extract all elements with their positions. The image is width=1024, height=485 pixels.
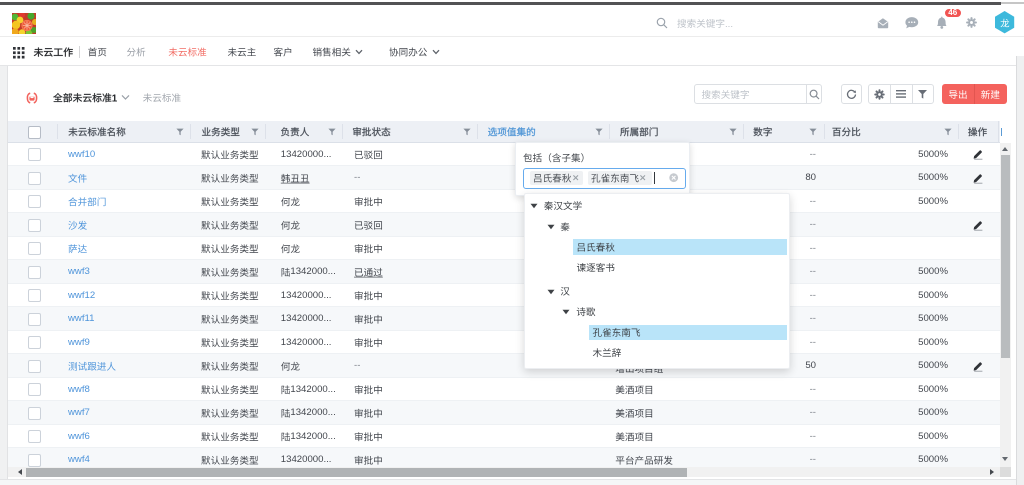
- svg-text:...: ...: [725, 19, 733, 30]
- svg-text:1: 1: [112, 93, 118, 104]
